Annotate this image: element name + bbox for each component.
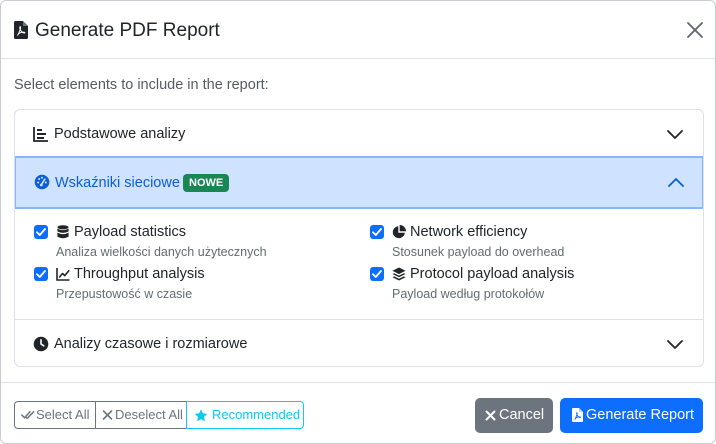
file-pdf-icon [572, 408, 583, 422]
line-chart-icon [56, 268, 70, 281]
section-analizy-czasowe[interactable]: Analizy czasowe i rozmiarowe [15, 320, 703, 366]
pie-chart-icon [392, 225, 406, 239]
select-all-label: Select All [36, 407, 90, 422]
chevron-down-icon [667, 340, 683, 349]
deselect-all-button[interactable]: Deselect All [95, 401, 187, 429]
close-icon[interactable] [685, 20, 705, 40]
payload-statistics-checkbox[interactable] [34, 225, 48, 239]
recommended-label: Recommended [212, 407, 301, 422]
option-description: Przepustowość w czasie [56, 287, 193, 301]
recommended-button[interactable]: Recommended [186, 401, 304, 429]
gauge-icon [34, 174, 50, 190]
section-label: Wskaźniki sieciowe [55, 175, 180, 191]
option-name: Throughput analysis [74, 266, 205, 282]
section-wskazniki-sieciowe[interactable]: Wskaźniki sieciowe NOWE [15, 156, 703, 209]
database-icon [57, 225, 69, 239]
option-name: Network efficiency [410, 224, 528, 240]
cancel-label: Cancel [499, 407, 545, 423]
check-icon [36, 270, 46, 278]
modal-title: Generate PDF Report [35, 20, 220, 41]
option-network-efficiency: Network efficiency Stosunek payload do o… [370, 224, 690, 264]
option-description: Payload według protokołów [392, 287, 545, 301]
check-icon [36, 228, 46, 236]
report-sections-accordion: Podstawowe analizy Wskaźniki sieciowe NO… [14, 109, 704, 367]
star-icon [194, 409, 208, 422]
double-check-icon [21, 411, 35, 420]
layers-icon [392, 267, 406, 281]
cancel-button[interactable]: Cancel [475, 398, 553, 433]
chevron-up-icon [668, 178, 684, 187]
option-name: Protocol payload analysis [410, 266, 575, 282]
option-throughput-analysis: Throughput analysis Przepustowość w czas… [34, 266, 354, 306]
modal-header: Generate PDF Report [1, 1, 715, 59]
generate-report-button[interactable]: Generate Report [560, 398, 703, 433]
deselect-all-label: Deselect All [115, 407, 183, 422]
option-name: Payload statistics [74, 224, 187, 240]
option-payload-statistics: Payload statistics Analiza wielkości dan… [34, 224, 354, 264]
option-description: Stosunek payload do overhead [392, 245, 565, 259]
network-efficiency-checkbox[interactable] [370, 225, 384, 239]
check-icon [372, 228, 382, 236]
chevron-down-icon [667, 130, 683, 139]
clock-icon [33, 336, 49, 352]
section-wskazniki-body: Payload statistics Analiza wielkości dan… [15, 209, 703, 320]
intro-text: Select elements to include in the report… [14, 77, 269, 93]
section-label: Analizy czasowe i rozmiarowe [54, 336, 248, 352]
new-badge: NOWE [183, 174, 230, 192]
modal-footer: Select All Deselect All Recommended Canc… [1, 382, 715, 443]
file-pdf-icon [14, 21, 28, 39]
select-all-button[interactable]: Select All [14, 401, 96, 429]
section-label: Podstawowe analizy [54, 126, 186, 142]
option-description: Analiza wielkości danych użytecznych [56, 245, 267, 259]
x-icon [485, 410, 496, 421]
check-icon [372, 270, 382, 278]
generate-pdf-modal: Generate PDF Report Select elements to i… [0, 0, 716, 444]
x-icon [102, 410, 113, 420]
generate-report-label: Generate Report [586, 407, 695, 423]
throughput-analysis-checkbox[interactable] [34, 267, 48, 281]
section-podstawowe-analizy[interactable]: Podstawowe analizy [15, 110, 703, 159]
chart-bar-icon [33, 127, 48, 142]
option-protocol-payload-analysis: Protocol payload analysis Payload według… [370, 266, 690, 306]
protocol-payload-analysis-checkbox[interactable] [370, 267, 384, 281]
